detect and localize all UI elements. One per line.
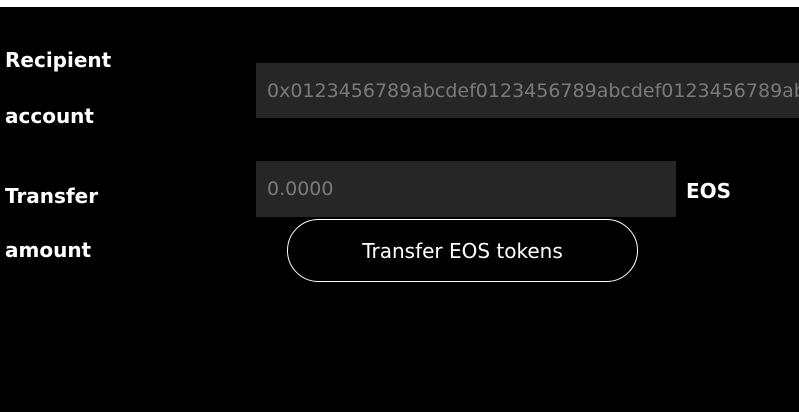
transfer-tokens-button[interactable]: Transfer EOS tokens [287,219,638,282]
transfer-amount-field[interactable] [256,161,676,217]
recipient-account-field[interactable] [256,63,799,118]
amount-label-line1: Transfer [5,184,99,208]
amount-unit-label: EOS [686,179,732,203]
transfer-amount-input[interactable] [256,161,676,217]
recipient-label-line1: Recipient [5,48,112,72]
top-divider [0,0,799,7]
recipient-label-line2: account [5,104,94,128]
recipient-account-input[interactable] [256,63,799,118]
amount-label-line2: amount [5,238,92,262]
